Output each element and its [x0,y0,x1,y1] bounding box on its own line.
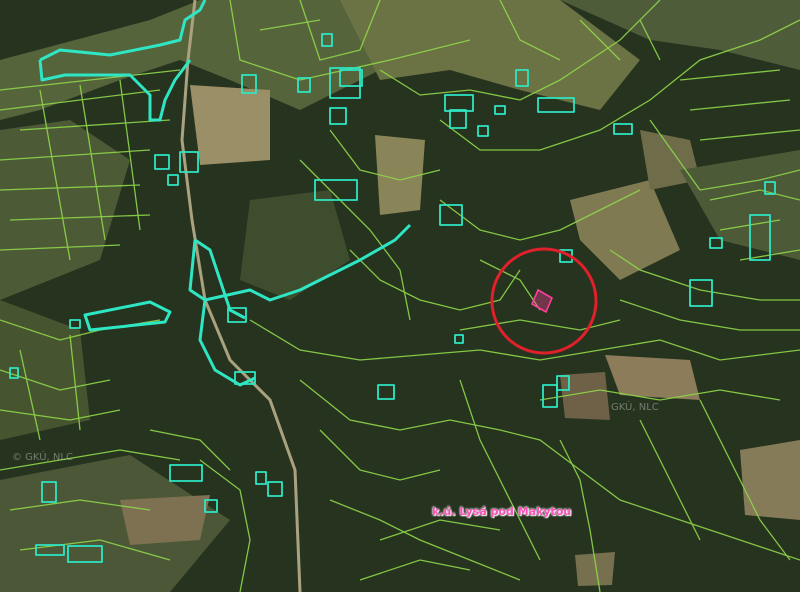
map-view[interactable]: k.ú. Lysá pod Makytou © GKÚ, NLC GKÚ, NL… [0,0,800,592]
cadastral-area-label: k.ú. Lysá pod Makytou [432,505,572,518]
copyright-watermark: GKÚ, NLC [611,402,659,413]
copyright-watermark: © GKÚ, NLC [12,452,73,463]
satellite-imagery [0,0,800,592]
